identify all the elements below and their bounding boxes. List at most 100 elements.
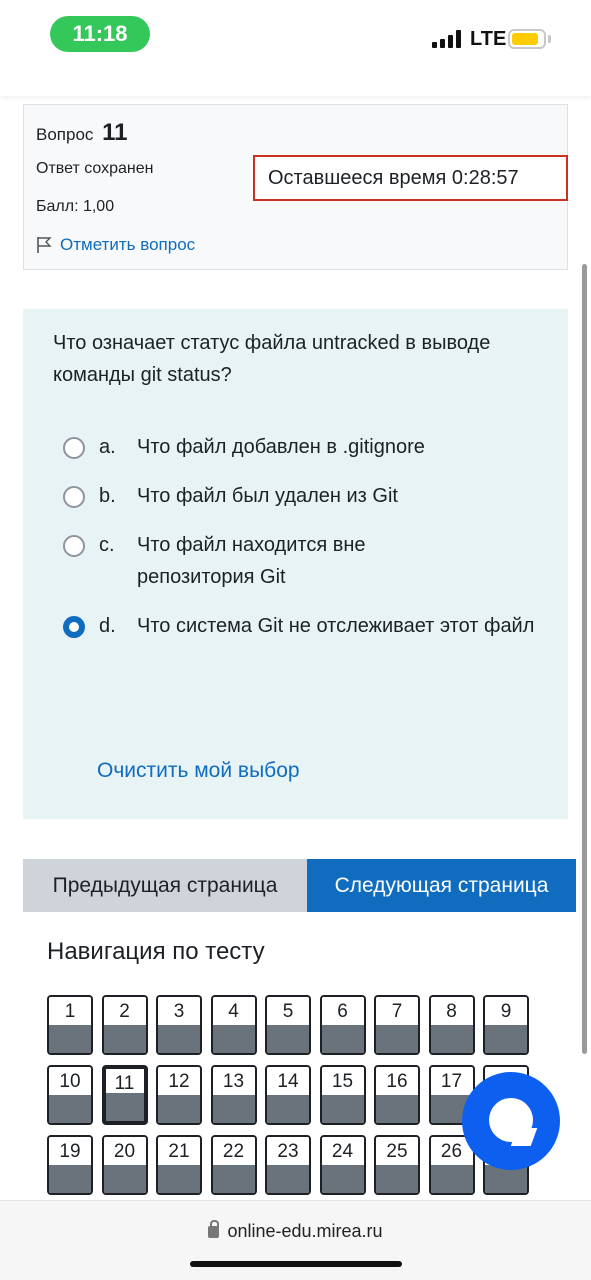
nav-question-number: 15 (321, 1067, 364, 1097)
nav-question-19[interactable]: 19 (47, 1135, 93, 1195)
flag-question-link[interactable]: Отметить вопрос (36, 235, 195, 255)
radio-checked-icon[interactable] (63, 616, 85, 638)
answered-indicator (49, 1095, 91, 1123)
nav-question-number: 20 (103, 1137, 146, 1167)
nav-question-number: 6 (321, 997, 364, 1027)
answer-option-c[interactable]: c. Что файл находится вне репозитория Gi… (63, 529, 407, 593)
nav-question-10[interactable]: 10 (47, 1065, 93, 1125)
answer-text: Что файл добавлен в .gitignore (137, 436, 425, 458)
status-time: 11:18 (50, 16, 150, 52)
answered-indicator (321, 1095, 364, 1123)
nav-question-5[interactable]: 5 (265, 995, 311, 1055)
answered-indicator (376, 1025, 418, 1053)
nav-question-14[interactable]: 14 (265, 1065, 311, 1125)
radio-icon[interactable] (63, 437, 85, 459)
answered-indicator (430, 1025, 473, 1053)
next-page-button[interactable]: Следующая страница (307, 859, 576, 912)
nav-question-9[interactable]: 9 (483, 995, 529, 1055)
answered-indicator (267, 1025, 309, 1053)
nav-question-number: 8 (430, 997, 473, 1027)
nav-question-number: 19 (49, 1137, 91, 1167)
answered-indicator (321, 1165, 364, 1193)
url-text: online-edu.mirea.ru (227, 1221, 383, 1241)
question-state: Ответ сохранен (36, 160, 154, 177)
nav-question-number: 3 (158, 997, 200, 1027)
nav-question-7[interactable]: 7 (374, 995, 420, 1055)
question-text: Что означает статус файла untracked в вы… (53, 332, 491, 386)
nav-question-number: 7 (376, 997, 418, 1027)
time-remaining: Оставшееся время 0:28:57 (253, 155, 568, 201)
battery-icon (508, 29, 546, 49)
question-content: Что означает статус файла untracked в вы… (23, 309, 568, 819)
flag-icon (37, 237, 52, 253)
nav-question-24[interactable]: 24 (319, 1135, 366, 1195)
nav-question-12[interactable]: 12 (156, 1065, 202, 1125)
answered-indicator (376, 1095, 418, 1123)
radio-icon[interactable] (63, 486, 85, 508)
answered-indicator (105, 1093, 144, 1121)
answer-letter: c. (99, 534, 115, 556)
nav-question-number: 10 (49, 1067, 91, 1097)
question-number: 11 (102, 119, 128, 146)
nav-question-number: 25 (376, 1137, 418, 1167)
answer-option-d[interactable]: d. Что система Git не отслеживает этот ф… (63, 610, 537, 642)
nav-question-4[interactable]: 4 (210, 995, 257, 1055)
nav-question-23[interactable]: 23 (265, 1135, 311, 1195)
answer-option-a[interactable]: a. Что файл добавлен в .gitignore (63, 431, 537, 463)
answered-indicator (158, 1025, 200, 1053)
nav-question-13[interactable]: 13 (210, 1065, 257, 1125)
previous-page-button[interactable]: Предыдущая страница (23, 859, 307, 912)
chat-bubble-icon[interactable] (462, 1072, 560, 1170)
status-bar: 11:18 LTE (0, 0, 591, 96)
nav-question-16[interactable]: 16 (374, 1065, 420, 1125)
nav-question-number: 17 (430, 1067, 473, 1097)
nav-question-21[interactable]: 21 (156, 1135, 202, 1195)
network-label: LTE (470, 28, 507, 50)
scrollbar[interactable] (582, 264, 587, 1054)
answered-indicator (49, 1165, 91, 1193)
battery-tip (548, 35, 551, 43)
answered-indicator (103, 1165, 146, 1193)
answered-indicator (430, 1165, 473, 1193)
question-label: Вопрос (36, 125, 94, 144)
nav-question-number: 21 (158, 1137, 200, 1167)
nav-question-number: 4 (212, 997, 255, 1027)
nav-question-number: 22 (212, 1137, 255, 1167)
nav-question-number: 14 (267, 1067, 309, 1097)
answer-text: Что система Git не отслеживает этот файл (137, 615, 535, 637)
nav-question-25[interactable]: 25 (374, 1135, 420, 1195)
answered-indicator (212, 1095, 255, 1123)
answered-indicator (49, 1025, 91, 1053)
clear-choice-link[interactable]: Очистить мой выбор (97, 759, 300, 783)
browser-url-bar[interactable]: online-edu.mirea.ru (0, 1200, 591, 1280)
nav-question-2[interactable]: 2 (101, 995, 148, 1055)
nav-question-22[interactable]: 22 (210, 1135, 257, 1195)
nav-question-1[interactable]: 1 (47, 995, 93, 1055)
lock-icon (208, 1220, 220, 1238)
home-indicator[interactable] (190, 1261, 402, 1267)
nav-question-20[interactable]: 20 (101, 1135, 148, 1195)
nav-question-6[interactable]: 6 (319, 995, 366, 1055)
nav-question-8[interactable]: 8 (428, 995, 475, 1055)
answered-indicator (267, 1165, 309, 1193)
nav-question-number: 24 (321, 1137, 364, 1167)
answer-text: Что файл был удален из Git (137, 485, 398, 507)
answered-indicator (376, 1165, 418, 1193)
answered-indicator (212, 1025, 255, 1053)
nav-question-number: 9 (485, 997, 527, 1027)
nav-question-number: 2 (103, 997, 146, 1027)
nav-question-3[interactable]: 3 (156, 995, 202, 1055)
answered-indicator (103, 1025, 146, 1053)
nav-question-11[interactable]: 11 (101, 1065, 148, 1125)
answered-indicator (158, 1165, 200, 1193)
nav-question-15[interactable]: 15 (319, 1065, 366, 1125)
nav-question-number: 5 (267, 997, 309, 1027)
answer-letter: d. (99, 615, 116, 637)
radio-icon[interactable] (63, 535, 85, 557)
answered-indicator (267, 1095, 309, 1123)
answered-indicator (321, 1025, 364, 1053)
answer-option-b[interactable]: b. Что файл был удален из Git (63, 480, 537, 512)
answered-indicator (158, 1095, 200, 1123)
url-display[interactable]: online-edu.mirea.ru (0, 1220, 591, 1242)
question-grade: Балл: 1,00 (36, 198, 115, 215)
